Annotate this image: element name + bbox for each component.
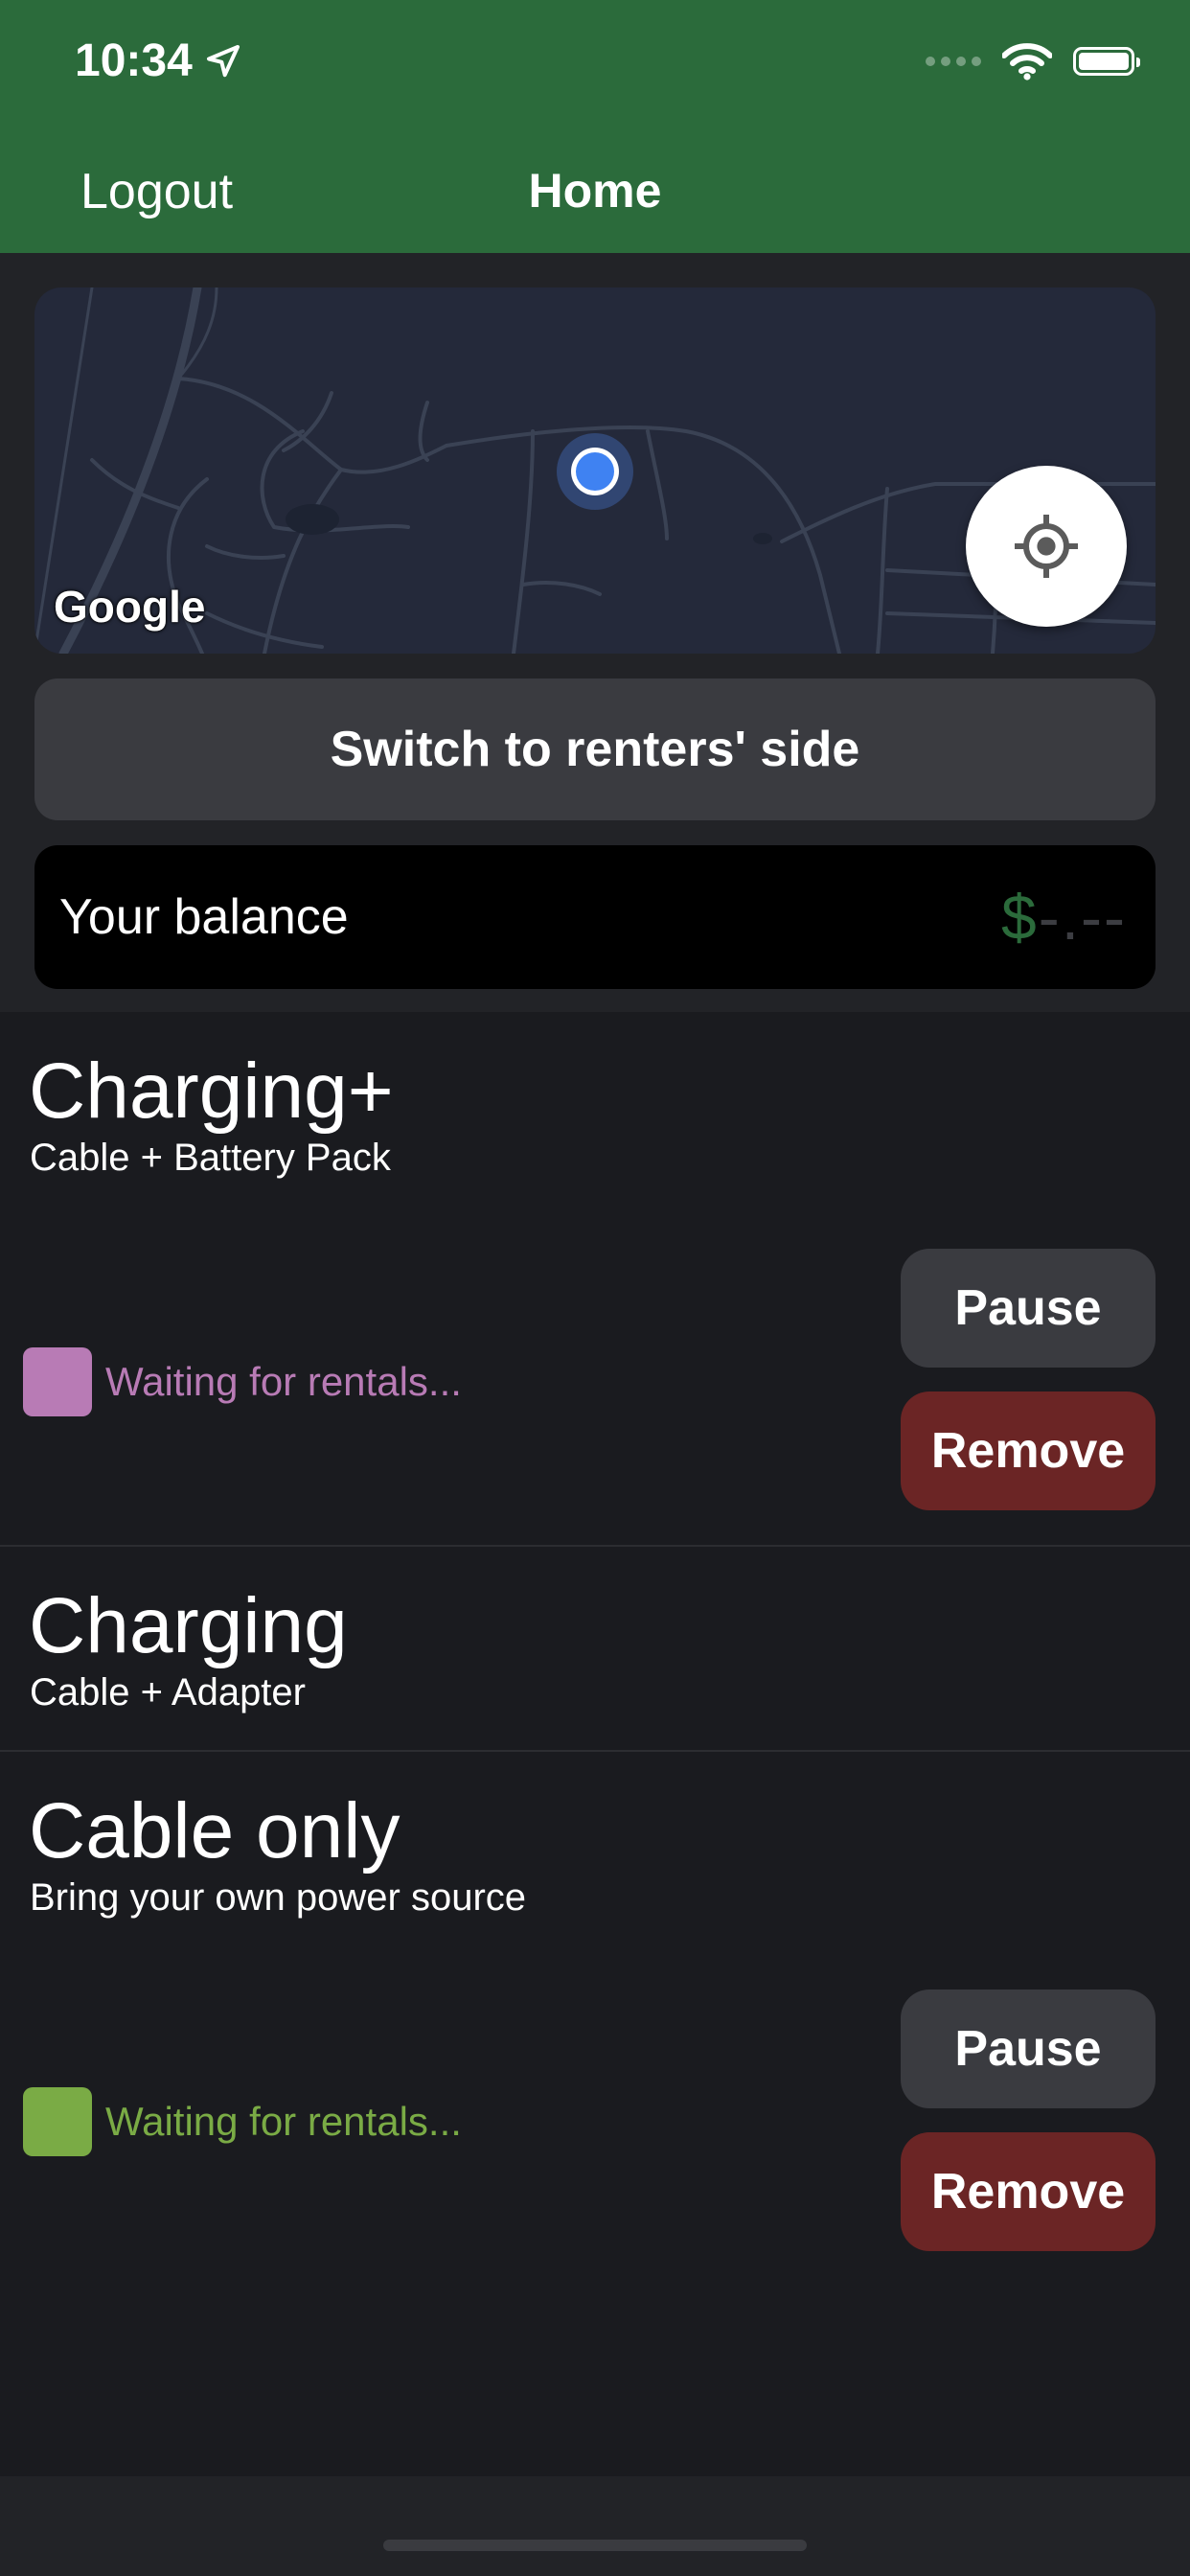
remove-button[interactable]: Remove bbox=[901, 2132, 1156, 2251]
balance-value: $-.-- bbox=[1001, 881, 1127, 954]
listing-item[interactable]: Charging Cable + Adapter bbox=[0, 1547, 1190, 1750]
balance-label: Your balance bbox=[59, 889, 349, 945]
top-panel: Google Switch to renters' side Your bala… bbox=[0, 253, 1190, 1012]
status-text: Waiting for rentals... bbox=[105, 1359, 462, 1404]
google-attribution: Google bbox=[54, 582, 206, 632]
listing-item: Cable only Bring your own power source W… bbox=[0, 1752, 1190, 2476]
pause-button[interactable]: Pause bbox=[901, 1990, 1156, 2108]
listing-status: Waiting for rentals... bbox=[23, 2087, 462, 2156]
listing-title: Charging+ bbox=[29, 1047, 394, 1135]
bottom-bar bbox=[0, 2476, 1190, 2576]
location-arrow-icon bbox=[206, 44, 240, 77]
navigation-bar: 10:34 Logout Home bbox=[0, 0, 1190, 253]
status-indicators bbox=[926, 42, 1140, 80]
home-indicator[interactable] bbox=[383, 2540, 807, 2551]
listing-subtitle: Cable + Adapter bbox=[30, 1671, 306, 1714]
listing-item: Charging+ Cable + Battery Pack Waiting f… bbox=[0, 1012, 1190, 1545]
wifi-icon bbox=[1002, 43, 1052, 80]
listing-subtitle: Bring your own power source bbox=[30, 1876, 527, 1919]
status-time: 10:34 bbox=[75, 34, 242, 87]
balance-amount: -.-- bbox=[1038, 882, 1127, 953]
page-title: Home bbox=[528, 164, 662, 218]
listing-title: Cable only bbox=[29, 1787, 400, 1874]
status-text: Waiting for rentals... bbox=[105, 2099, 462, 2144]
status-time-text: 10:34 bbox=[75, 35, 193, 86]
pause-button[interactable]: Pause bbox=[901, 1249, 1156, 1368]
switch-to-renters-button[interactable]: Switch to renters' side bbox=[34, 678, 1156, 820]
listing-subtitle: Cable + Battery Pack bbox=[30, 1137, 391, 1179]
crosshair-icon bbox=[1015, 515, 1078, 578]
status-color-swatch bbox=[23, 1347, 92, 1416]
my-location-button[interactable] bbox=[966, 466, 1127, 627]
balance-currency: $ bbox=[1001, 882, 1039, 953]
listing-status: Waiting for rentals... bbox=[23, 1347, 462, 1416]
battery-icon bbox=[1073, 47, 1140, 76]
listing-title: Charging bbox=[29, 1582, 348, 1669]
balance-card: Your balance $-.-- bbox=[34, 845, 1156, 989]
remove-button[interactable]: Remove bbox=[901, 1392, 1156, 1510]
cellular-signal-icon bbox=[926, 57, 981, 66]
status-color-swatch bbox=[23, 2087, 92, 2156]
